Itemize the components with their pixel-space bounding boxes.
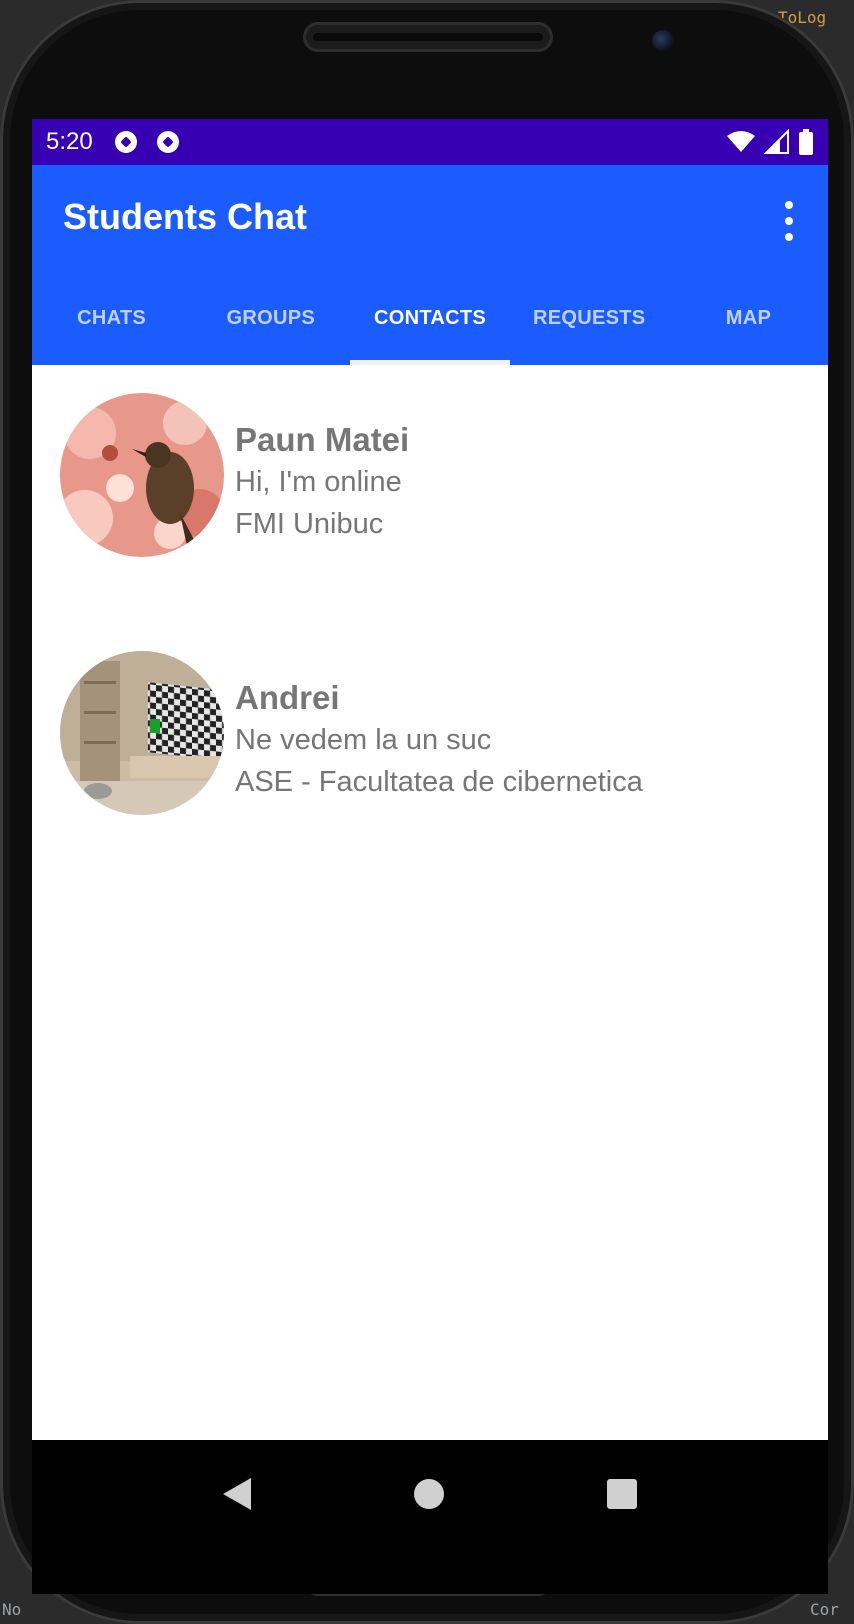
tab-map[interactable]: MAP [669,271,828,365]
recents-icon[interactable] [606,1479,637,1509]
contact-name: Andrei [235,679,340,716]
app-bar: Students Chat CHATS GROUPS CONTACTS REQU… [32,165,828,365]
contacts-list: Paun Matei Hi, I'm online FMI Unibuc And… [32,365,828,1440]
contact-name: Paun Matei [235,421,410,458]
avatar [60,393,224,557]
home-icon[interactable] [413,1479,444,1509]
tab-contacts[interactable]: CONTACTS [350,271,510,365]
contact-school: ASE - Facultatea de cibernetica [235,766,643,798]
list-item[interactable]: Andrei Ne vedem la un suc ASE - Facultat… [60,651,643,815]
tab-groups[interactable]: GROUPS [191,271,350,365]
ide-background-text-bottom-right: Cor [810,1600,839,1619]
more-options-icon[interactable] [776,201,802,241]
battery-icon [799,129,813,155]
contact-status: Hi, I'm online [235,466,402,498]
phone-screen: 5:20 Students Chat CHATS GROUPS CONTACTS… [32,119,828,1594]
soccer-ball-icon [156,131,179,153]
phone-frame: 5:20 Students Chat CHATS GROUPS CONTACTS… [0,0,854,1624]
app-title: Students Chat [63,196,308,237]
list-item[interactable]: Paun Matei Hi, I'm online FMI Unibuc [60,393,409,557]
contact-status: Ne vedem la un suc [235,724,492,756]
cell-signal-icon [764,129,789,154]
ide-background-text-bottom-left: No [2,1600,22,1619]
contact-school: FMI Unibuc [235,508,384,540]
front-camera [652,30,674,52]
tab-chats[interactable]: CHATS [32,271,191,365]
status-bar: 5:20 [32,119,828,165]
avatar [60,651,224,815]
tab-bar: CHATS GROUPS CONTACTS REQUESTS MAP [32,271,828,365]
top-speaker [303,22,553,52]
navigation-bar [32,1440,828,1548]
tab-requests[interactable]: REQUESTS [510,271,669,365]
back-icon[interactable] [223,1478,252,1510]
soccer-ball-icon [114,131,137,153]
status-time: 5:20 [46,128,93,155]
wifi-icon [727,131,755,152]
